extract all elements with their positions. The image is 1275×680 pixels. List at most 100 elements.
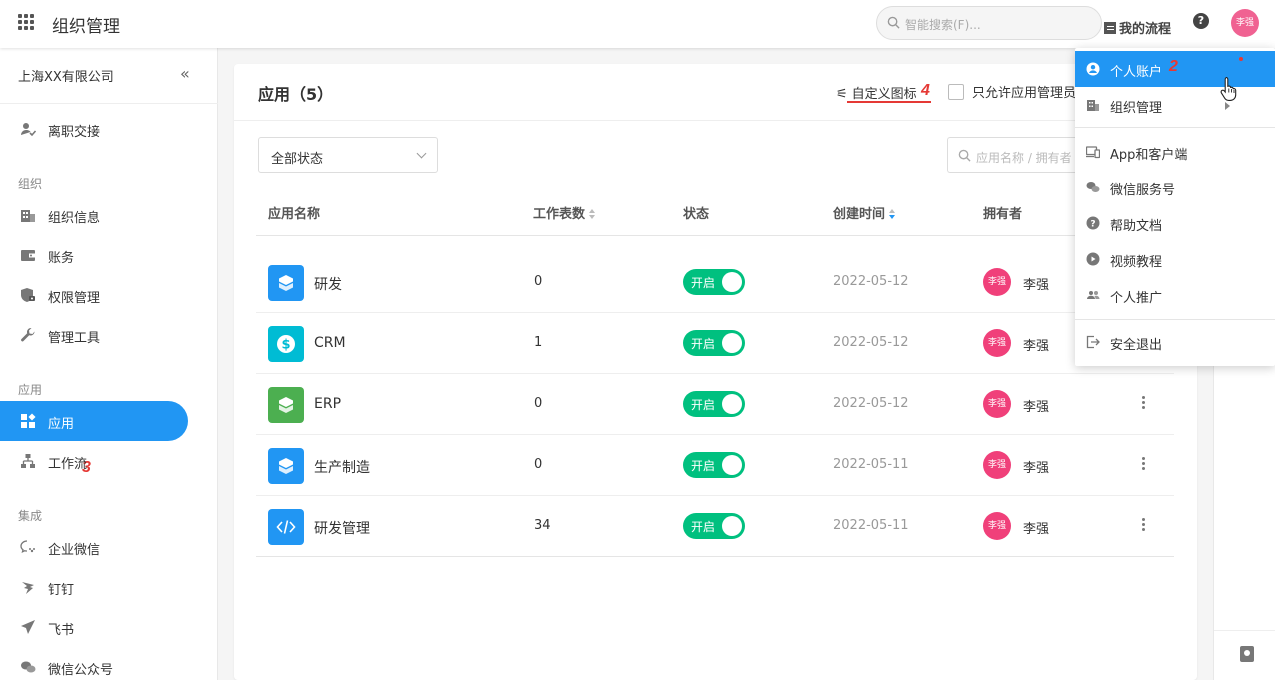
- my-flow-button[interactable]: 我的流程: [1104, 18, 1171, 37]
- devices-icon: [1086, 146, 1100, 159]
- divider: [1075, 319, 1275, 320]
- app-name[interactable]: CRM: [314, 335, 346, 351]
- owner-name: 李强: [1023, 339, 1050, 354]
- wallet-icon: [21, 250, 35, 261]
- table-row[interactable]: 研发管理 34 开启 2022-05-11 李强 李强: [256, 496, 1174, 557]
- notification-dot: [1239, 57, 1243, 61]
- sidebar-item-dingtalk[interactable]: 钉钉: [0, 567, 188, 607]
- menu-item-label: 视频教程: [1110, 255, 1163, 270]
- toggle-knob: [722, 516, 742, 536]
- building-icon: [1087, 100, 1099, 111]
- global-search-input[interactable]: 智能搜索(F)...: [876, 6, 1102, 40]
- sidebar-item-org-info[interactable]: 组织信息: [0, 195, 188, 235]
- nav-group-title: 集成: [18, 509, 43, 523]
- form-count: 0: [534, 457, 543, 472]
- status-toggle[interactable]: 开启: [683, 513, 745, 539]
- cube-icon: [268, 448, 304, 484]
- menu-item-label: 帮助文档: [1110, 219, 1163, 234]
- cube-icon: [268, 265, 304, 301]
- table-row[interactable]: 生产制造 0 开启 2022-05-11 李强 李强: [256, 435, 1174, 496]
- toggle-label: 开启: [691, 276, 716, 290]
- svg-text:$: $: [281, 338, 290, 353]
- menu-item-org-manage[interactable]: 组织管理: [1075, 87, 1275, 123]
- more-options-icon[interactable]: [1140, 518, 1146, 534]
- table-row[interactable]: ERP 0 开启 2022-05-12 李强 李强: [256, 374, 1174, 435]
- only-admin-label: 只允许应用管理员: [972, 86, 1077, 101]
- status-filter-value: 全部状态: [271, 152, 324, 167]
- help-icon[interactable]: ?: [1193, 13, 1209, 29]
- annotation-marker-4: 4: [921, 82, 930, 99]
- chevron-right-icon: [1225, 102, 1230, 110]
- only-admin-checkbox[interactable]: 只允许应用管理员: [948, 82, 1076, 101]
- nav-group-title: 应用: [18, 383, 43, 397]
- card-title: 应用（5）: [258, 85, 334, 104]
- sort-desc-icon[interactable]: [889, 209, 896, 219]
- toggle-knob: [722, 394, 742, 414]
- sidebar-item-label: 管理工具: [48, 331, 101, 346]
- divider: [1214, 630, 1275, 631]
- sidebar-item-label: 组织信息: [48, 211, 101, 226]
- custom-icon-button[interactable]: ⚟ 自定义图标: [836, 83, 917, 102]
- owner-name: 李强: [1023, 400, 1050, 415]
- search-placeholder: 智能搜索(F)...: [905, 18, 981, 32]
- toggle-label: 开启: [691, 520, 716, 534]
- sidebar-item-permissions[interactable]: 权限管理: [0, 275, 188, 315]
- app-name[interactable]: 研发管理: [314, 518, 370, 538]
- user-avatar[interactable]: 李强: [1231, 9, 1259, 37]
- building-icon: [21, 210, 35, 222]
- avatar: 李强: [983, 268, 1011, 296]
- sidebar-item-wechat-official[interactable]: 微信公众号: [0, 647, 188, 680]
- column-header-owner: 拥有者: [983, 207, 1023, 222]
- status-toggle[interactable]: 开启: [683, 330, 745, 356]
- org-name[interactable]: 上海XX有限公司: [18, 66, 114, 85]
- sidebar-item-feishu[interactable]: 飞书: [0, 607, 188, 647]
- more-options-icon[interactable]: [1140, 457, 1146, 473]
- sidebar-item-workflow[interactable]: 工作流: [0, 441, 188, 481]
- sidebar-item-apps[interactable]: 应用: [0, 401, 188, 441]
- owner-name: 李强: [1023, 278, 1050, 293]
- table-row[interactable]: 研发 0 开启 2022-05-12 李强 李强: [256, 252, 1174, 313]
- created-date: 2022-05-12: [833, 396, 909, 411]
- avatar: 李强: [983, 512, 1011, 540]
- paper-plane-icon: [21, 620, 35, 634]
- sidebar: 上海XX有限公司 « 离职交接 组织 组织信息 账务 权限管理 管理工具 应用 …: [0, 48, 218, 680]
- table-row[interactable]: $ CRM 1 开启 2022-05-12 李强 李强: [256, 313, 1174, 374]
- status-filter-select[interactable]: 全部状态: [258, 137, 438, 173]
- column-header-created[interactable]: 创建时间: [833, 203, 896, 222]
- created-date: 2022-05-12: [833, 335, 909, 350]
- column-header-form-count[interactable]: 工作表数: [533, 203, 596, 222]
- shield-lock-icon: [21, 288, 35, 302]
- checkbox-icon[interactable]: [948, 84, 964, 100]
- dollar-icon: $: [268, 326, 304, 362]
- menu-item-referral[interactable]: 个人推广: [1075, 277, 1275, 313]
- form-count: 34: [534, 518, 551, 533]
- app-name[interactable]: 生产制造: [314, 457, 370, 477]
- status-toggle[interactable]: 开启: [683, 269, 745, 295]
- sidebar-item-finance[interactable]: 账务: [0, 235, 188, 275]
- dingtalk-icon: [22, 582, 34, 594]
- menu-item-video-tutorials[interactable]: 视频教程: [1075, 241, 1275, 277]
- collapse-sidebar-icon[interactable]: «: [180, 64, 190, 83]
- user-check-icon: [21, 123, 36, 137]
- contact-book-icon[interactable]: [1240, 646, 1254, 662]
- app-name[interactable]: ERP: [314, 396, 341, 412]
- app-name[interactable]: 研发: [314, 274, 342, 294]
- menu-item-app-clients[interactable]: App和客户端: [1075, 134, 1275, 170]
- search-icon: [887, 16, 900, 29]
- more-options-icon[interactable]: [1140, 396, 1146, 412]
- status-toggle[interactable]: 开启: [683, 452, 745, 478]
- apps-card: 应用（5） ⚟ 自定义图标 4 只允许应用管理员 全部状态 应用名称 / 拥有者 …: [234, 64, 1197, 680]
- divider: [1075, 127, 1275, 128]
- toggle-label: 开启: [691, 337, 716, 351]
- menu-item-wechat-service[interactable]: 微信服务号: [1075, 169, 1275, 205]
- sidebar-item-resign-handover[interactable]: 离职交接: [0, 109, 188, 149]
- menu-item-help-docs[interactable]: ? 帮助文档: [1075, 205, 1275, 241]
- sidebar-item-wecom[interactable]: 企业微信: [0, 527, 188, 567]
- status-toggle[interactable]: 开启: [683, 391, 745, 417]
- wechat-icon: [21, 661, 36, 673]
- menu-item-logout[interactable]: 安全退出: [1075, 324, 1275, 360]
- sidebar-item-label: 企业微信: [48, 543, 101, 558]
- sort-icon[interactable]: [589, 209, 596, 219]
- app-grid-icon[interactable]: [18, 14, 34, 30]
- sidebar-item-admin-tools[interactable]: 管理工具: [0, 315, 188, 355]
